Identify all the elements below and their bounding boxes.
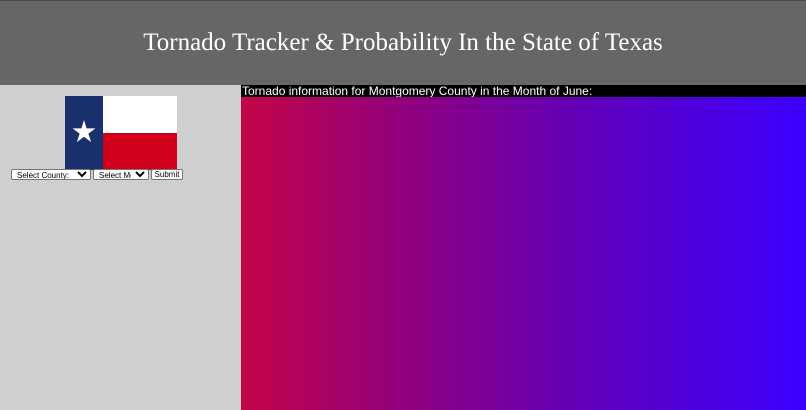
texas-flag-icon bbox=[65, 96, 177, 170]
submit-button[interactable]: Submit bbox=[151, 169, 183, 180]
sidebar: Select County: Select Month Submit bbox=[0, 85, 241, 410]
search-controls: Select County: Select Month Submit bbox=[11, 169, 183, 180]
results-heading: Tornado information for Montgomery Count… bbox=[241, 85, 806, 97]
page-title: Tornado Tracker & Probability In the Sta… bbox=[143, 29, 663, 56]
app-root: Tornado Tracker & Probability In the Sta… bbox=[0, 0, 806, 410]
page-header: Tornado Tracker & Probability In the Sta… bbox=[0, 0, 806, 85]
month-select[interactable]: Select Month bbox=[93, 169, 149, 180]
county-select[interactable]: Select County: bbox=[11, 169, 91, 180]
results-panel: Tornado information for Montgomery Count… bbox=[241, 85, 806, 410]
